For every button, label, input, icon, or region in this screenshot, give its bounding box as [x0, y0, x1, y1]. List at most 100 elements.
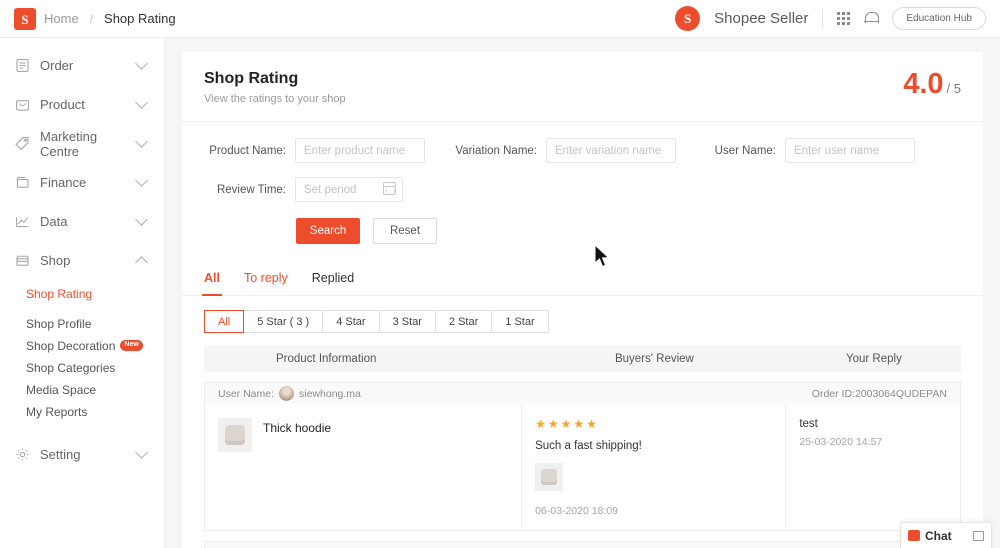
- sidebar-sublabel: Shop Profile: [26, 316, 92, 331]
- chevron-up-icon: [135, 255, 148, 269]
- table-row: User Name: siewhong.ma Order ID:2003064Q…: [204, 382, 961, 531]
- chat-widget[interactable]: Chat: [900, 522, 992, 548]
- sidebar-label: Product: [40, 97, 85, 112]
- tab-all[interactable]: All: [202, 262, 222, 296]
- top-bar-actions: Shopee Seller Education Hub: [675, 6, 986, 31]
- top-bar-divider: [822, 8, 824, 29]
- product-name-input[interactable]: [295, 138, 425, 163]
- bell-icon[interactable]: [864, 11, 880, 27]
- chevron-down-icon: [135, 96, 148, 109]
- column-product-information: Product Information: [276, 353, 377, 365]
- review-row-body: Thick hoodie ★★★★★ Such a fast shipping!…: [204, 404, 961, 531]
- sidebar-label: Data: [40, 214, 68, 229]
- sidebar-item-shop-rating[interactable]: Shop Rating: [0, 282, 164, 305]
- tab-to-reply[interactable]: To reply: [244, 262, 288, 295]
- star-filter-3[interactable]: 3 Star: [379, 310, 436, 333]
- sidebar-item-shop[interactable]: Shop: [0, 241, 164, 280]
- chevron-down-icon: [135, 57, 148, 70]
- review-image-thumbnail[interactable]: [535, 463, 564, 491]
- product-box-icon: [14, 96, 31, 113]
- variation-name-input[interactable]: [546, 138, 676, 163]
- review-user: User Name: siewhong.ma: [218, 386, 361, 401]
- sidebar-item-shop-decoration[interactable]: Shop Decoration New: [0, 335, 164, 356]
- table-header: Product Information Buyers' Review Your …: [204, 346, 961, 372]
- reviews-table: Product Information Buyers' Review Your …: [182, 333, 983, 548]
- rating-value: 4.0: [903, 68, 944, 100]
- table-row: User Name:rainytestsg Order ID:191108113…: [204, 541, 961, 548]
- user-name-label: User Name:: [714, 144, 776, 157]
- column-buyers-review: Buyers' Review: [614, 353, 694, 365]
- reply-date: 25-03-2020 14:57: [799, 436, 883, 448]
- review-text: Such a fast shipping!: [535, 440, 642, 452]
- education-hub-button[interactable]: Education Hub: [892, 7, 986, 30]
- main-content: Shop Rating View the ratings to your sho…: [165, 38, 1000, 548]
- sidebar-item-finance[interactable]: Finance: [0, 163, 164, 202]
- chevron-down-icon: [135, 174, 148, 187]
- sidebar-sublabel: Shop Categories: [26, 360, 116, 375]
- sidebar-item-shop-categories[interactable]: Shop Categories: [0, 357, 164, 378]
- shopee-logo-icon: S: [14, 7, 36, 30]
- sidebar-item-my-reports[interactable]: My Reports: [0, 401, 164, 422]
- reply-text: test: [799, 418, 818, 430]
- breadcrumb-current: Shop Rating: [104, 11, 176, 26]
- chat-label: Chat: [925, 528, 952, 543]
- cell-your-reply: test 25-03-2020 14:57: [786, 404, 960, 530]
- seller-name-label: Shopee Seller: [714, 10, 809, 27]
- rating-denominator: / 5: [946, 81, 961, 96]
- search-button[interactable]: Search: [296, 218, 360, 244]
- sidebar-item-product[interactable]: Product: [0, 85, 164, 124]
- variation-name-label: Variation Name:: [455, 144, 537, 157]
- shop-icon: [14, 252, 31, 269]
- breadcrumb-home[interactable]: Home: [44, 11, 79, 26]
- star-filter-all[interactable]: All: [204, 310, 245, 333]
- sidebar-sublabel: My Reports: [26, 404, 88, 419]
- sidebar-item-media-space[interactable]: Media Space: [0, 379, 164, 400]
- sidebar-label: Finance: [40, 175, 87, 190]
- seller-centre-page: S Home / Shop Rating Shopee Seller Educa…: [0, 0, 1000, 548]
- star-filter-2[interactable]: 2 Star: [435, 310, 493, 333]
- grid-apps-icon[interactable]: [837, 12, 851, 25]
- page-title: Shop Rating: [204, 70, 299, 87]
- reset-button[interactable]: Reset: [373, 218, 437, 244]
- tag-icon: [14, 135, 31, 152]
- chevron-down-icon: [135, 446, 148, 459]
- filter-row-2: Review Time:: [204, 177, 961, 202]
- chart-line-icon: [14, 213, 31, 230]
- chat-widget-left: Chat: [908, 529, 952, 543]
- review-date: 06-03-2020 18:09: [535, 505, 618, 517]
- page-header-text: Shop Rating View the ratings to your sho…: [204, 70, 346, 105]
- review-row-header: User Name:rainytestsg Order ID:191108113…: [204, 541, 961, 548]
- product-name: Thick hoodie: [263, 421, 332, 435]
- sidebar-item-shop-profile[interactable]: Shop Profile: [0, 313, 164, 334]
- overall-rating: 4.0 / 5: [903, 70, 961, 99]
- sidebar-item-marketing-centre[interactable]: Marketing Centre: [0, 124, 164, 163]
- cell-buyers-review: ★★★★★ Such a fast shipping! 06-03-2020 1…: [522, 404, 787, 530]
- breadcrumb: S Home / Shop Rating: [14, 7, 176, 30]
- column-your-reply: Your Reply: [846, 353, 902, 365]
- chat-icon: [908, 530, 920, 541]
- product-thumbnail: [218, 418, 252, 452]
- sidebar-item-order[interactable]: Order: [0, 46, 164, 85]
- sidebar-label: Setting: [40, 447, 81, 462]
- sidebar: Order Product Marketing Centre Finance D…: [0, 38, 165, 548]
- star-filter-4[interactable]: 4 Star: [323, 310, 380, 333]
- star-filter-1[interactable]: 1 Star: [492, 310, 549, 333]
- calendar-icon: [383, 182, 396, 195]
- tab-replied[interactable]: Replied: [312, 262, 354, 295]
- sidebar-item-data[interactable]: Data: [0, 202, 164, 241]
- seller-avatar-icon[interactable]: [675, 6, 701, 31]
- review-time-label: Review Time:: [216, 183, 286, 196]
- sidebar-label: Order: [40, 58, 74, 73]
- star-filter-5[interactable]: 5 Star ( 3 ): [244, 310, 324, 333]
- sidebar-label: Marketing Centre: [40, 128, 98, 159]
- user-name-input[interactable]: [785, 138, 915, 163]
- cell-product-information: Thick hoodie: [205, 404, 523, 530]
- expand-window-icon[interactable]: [973, 530, 984, 541]
- top-bar: S Home / Shop Rating Shopee Seller Educa…: [0, 0, 1000, 38]
- shop-rating-panel: Shop Rating View the ratings to your sho…: [182, 52, 983, 548]
- sidebar-item-setting[interactable]: Setting: [0, 435, 164, 474]
- sidebar-sublabel: Shop Decoration: [26, 338, 116, 353]
- review-time-picker[interactable]: [295, 177, 403, 202]
- page-header: Shop Rating View the ratings to your sho…: [182, 52, 983, 122]
- star-rating: ★★★★★: [535, 417, 599, 431]
